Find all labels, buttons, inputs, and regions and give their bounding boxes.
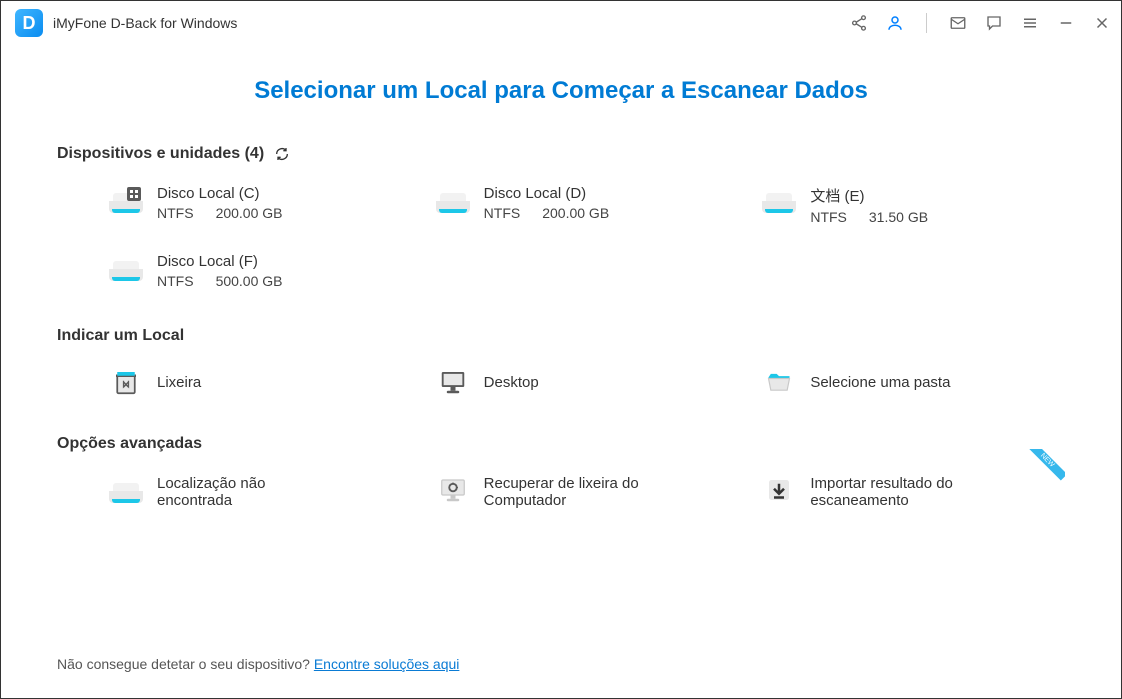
drive-name: 文档 (E) — [810, 185, 928, 206]
drive-c-item[interactable]: Disco Local (C) NTFS 200.00 GB — [109, 185, 412, 225]
locations-grid: Lixeira Desktop Selecione uma pasta — [57, 367, 1065, 397]
location-not-found-item[interactable]: Localização não encontrada — [109, 475, 412, 509]
import-scan-label: Importar resultado do escaneamento — [810, 475, 980, 509]
close-icon[interactable] — [1093, 14, 1111, 32]
recover-from-bin-item[interactable]: Recuperar de lixeira do Computador — [436, 475, 739, 509]
section-advanced-head: Opções avançadas — [57, 435, 1065, 453]
footer-link[interactable]: Encontre soluções aqui — [314, 656, 460, 672]
drive-fs: NTFS — [484, 205, 521, 221]
recycle-bin-label: Lixeira — [157, 374, 201, 391]
desktop-icon — [436, 367, 470, 397]
drive-size: 200.00 GB — [542, 205, 609, 221]
select-folder-label: Selecione uma pasta — [810, 374, 950, 391]
recycle-bin-item[interactable]: Lixeira — [109, 367, 412, 397]
content-area: Dispositivos e unidades (4) Disco Local … — [1, 145, 1121, 509]
import-scan-item[interactable]: Importar resultado do escaneamento — [762, 475, 1065, 509]
feedback-icon[interactable] — [985, 14, 1003, 32]
titlebar-divider — [926, 13, 927, 33]
drive-fs: NTFS — [810, 209, 847, 225]
section-advanced-title: Opções avançadas — [57, 435, 202, 453]
location-not-found-label: Localização não encontrada — [157, 475, 317, 509]
advanced-grid: Localização não encontrada Recuperar de … — [57, 475, 1065, 509]
drive-name: Disco Local (D) — [484, 185, 610, 202]
drive-icon — [109, 253, 143, 281]
user-icon[interactable] — [886, 14, 904, 32]
drive-f-item[interactable]: Disco Local (F) NTFS 500.00 GB — [109, 253, 412, 289]
drive-name: Disco Local (F) — [157, 253, 283, 270]
recycle-bin-icon — [109, 367, 143, 397]
share-icon[interactable] — [850, 14, 868, 32]
drive-size: 31.50 GB — [869, 209, 928, 225]
drive-icon — [109, 185, 143, 213]
drive-e-item[interactable]: 文档 (E) NTFS 31.50 GB — [762, 185, 1065, 225]
folder-icon — [762, 367, 796, 397]
desktop-label: Desktop — [484, 374, 539, 391]
drive-icon — [762, 185, 796, 213]
minimize-icon[interactable] — [1057, 14, 1075, 32]
drive-fs: NTFS — [157, 273, 194, 289]
footer: Não consegue detetar o seu dispositivo? … — [57, 656, 459, 672]
recover-from-bin-label: Recuperar de lixeira do Computador — [484, 475, 664, 509]
select-folder-item[interactable]: Selecione uma pasta — [762, 367, 1065, 397]
drive-fs: NTFS — [157, 205, 194, 221]
recover-icon — [436, 475, 470, 505]
titlebar-actions — [850, 13, 1111, 33]
refresh-icon[interactable] — [274, 146, 290, 162]
app-title: iMyFone D-Back for Windows — [53, 15, 237, 31]
section-devices-title: Dispositivos e unidades (4) — [57, 145, 264, 163]
drive-size: 500.00 GB — [216, 273, 283, 289]
titlebar: D iMyFone D-Back for Windows — [1, 1, 1121, 45]
app-logo-letter: D — [23, 13, 36, 34]
page-title: Selecionar um Local para Começar a Escan… — [1, 77, 1121, 105]
import-icon — [762, 475, 796, 505]
menu-icon[interactable] — [1021, 14, 1039, 32]
section-location-title: Indicar um Local — [57, 327, 184, 345]
section-location-head: Indicar um Local — [57, 327, 1065, 345]
drive-name: Disco Local (C) — [157, 185, 283, 202]
drive-icon — [109, 475, 143, 503]
drives-grid: Disco Local (C) NTFS 200.00 GB Disco Loc… — [57, 185, 1065, 289]
section-devices-head: Dispositivos e unidades (4) — [57, 145, 1065, 163]
desktop-item[interactable]: Desktop — [436, 367, 739, 397]
footer-text: Não consegue detetar o seu dispositivo? — [57, 656, 314, 672]
drive-icon — [436, 185, 470, 213]
app-logo: D — [15, 9, 43, 37]
drive-d-item[interactable]: Disco Local (D) NTFS 200.00 GB — [436, 185, 739, 225]
windows-badge-icon — [127, 187, 141, 201]
mail-icon[interactable] — [949, 14, 967, 32]
new-badge — [1029, 449, 1065, 485]
drive-size: 200.00 GB — [216, 205, 283, 221]
